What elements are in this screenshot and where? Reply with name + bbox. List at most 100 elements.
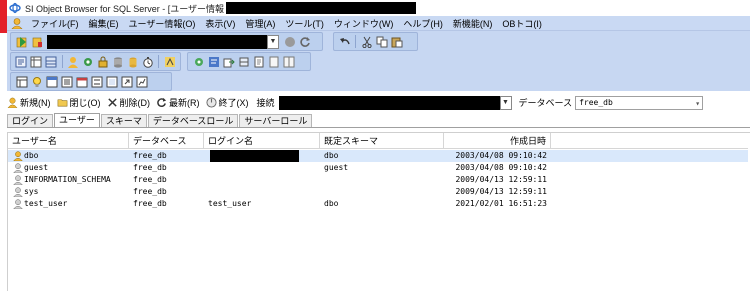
user-gray-icon xyxy=(13,199,23,209)
preview-icon[interactable] xyxy=(105,75,118,88)
column-header-database[interactable]: データベース xyxy=(129,133,204,149)
database-icon[interactable] xyxy=(111,55,124,68)
user-cell: dbo xyxy=(8,150,129,162)
folder-open-icon xyxy=(57,99,67,107)
tab-login[interactable]: ログイン xyxy=(7,114,54,127)
table-row[interactable]: sys free_db 2009/04/13 12:59:11 xyxy=(8,186,748,198)
user-cell: INFORMATION_SCHEMA xyxy=(8,174,129,186)
login-cell xyxy=(204,150,320,162)
calendar-icon[interactable] xyxy=(75,75,88,88)
cylinder-icon[interactable] xyxy=(126,55,139,68)
menu-user-info[interactable]: ユーザー情報(O) xyxy=(124,17,201,30)
column-header-created[interactable]: 作成日時 xyxy=(444,133,551,149)
gear-green-icon[interactable] xyxy=(192,55,205,68)
refresh-button[interactable]: 最新(R) xyxy=(156,96,200,109)
external-link-icon[interactable] xyxy=(120,75,133,88)
connect-icon[interactable] xyxy=(15,35,28,48)
tab-database-role[interactable]: データベースロール xyxy=(147,114,239,127)
menu-tools[interactable]: ツール(T) xyxy=(280,17,329,30)
tab-user[interactable]: ユーザー xyxy=(54,113,100,127)
exit-button[interactable]: 終了(X) xyxy=(205,96,249,109)
database-select-value: free_db xyxy=(579,97,613,107)
column-header-user[interactable]: ユーザー名 xyxy=(8,133,129,149)
cut-icon[interactable] xyxy=(360,35,373,48)
disconnect-icon[interactable] xyxy=(30,35,43,48)
tab-schema[interactable]: スキーマ xyxy=(100,114,147,127)
function-icon[interactable] xyxy=(163,55,176,68)
delete-button[interactable]: 削除(D) xyxy=(107,96,151,109)
lightbulb-icon[interactable] xyxy=(30,75,43,88)
created-cell: 2003/04/08 09:10:42 xyxy=(455,163,547,172)
new-user-icon xyxy=(7,97,18,108)
paste-icon[interactable] xyxy=(390,35,403,48)
close-button[interactable]: 閉じ(O) xyxy=(57,96,101,109)
lock-icon[interactable] xyxy=(97,55,110,68)
created-cell: 2009/04/13 12:59:11 xyxy=(455,175,547,184)
menu-file[interactable]: ファイル(F) xyxy=(26,17,84,30)
menu-help[interactable]: ヘルプ(H) xyxy=(398,17,448,30)
table-header: ユーザー名 データベース ログイン名 既定スキーマ 作成日時 xyxy=(8,133,748,149)
table-row[interactable]: dbo free_db dbo 2003/04/08 09:10:42 xyxy=(8,150,748,162)
sql-icon[interactable] xyxy=(15,55,28,68)
tools-toolbar xyxy=(187,52,311,71)
database-cell: free_db xyxy=(133,187,167,196)
user-icon[interactable] xyxy=(67,55,80,68)
table-row[interactable]: guest free_db guest 2003/04/08 09:10:42 xyxy=(8,162,748,174)
database-select[interactable]: free_db ▾ xyxy=(575,95,704,110)
toolbar-area: ▼ xyxy=(7,31,750,91)
network-icon[interactable] xyxy=(82,55,95,68)
menu-view[interactable]: 表示(V) xyxy=(200,17,240,30)
report-icon[interactable] xyxy=(252,55,265,68)
text-icon[interactable] xyxy=(267,55,280,68)
tile-icon[interactable] xyxy=(282,55,295,68)
copy-icon[interactable] xyxy=(375,35,388,48)
user-icon[interactable] xyxy=(11,17,23,29)
reload-icon[interactable] xyxy=(298,35,311,48)
window-icon[interactable] xyxy=(45,75,58,88)
menu-ob-toko[interactable]: OBトコ(I) xyxy=(497,17,547,30)
compare-icon[interactable] xyxy=(237,55,250,68)
delete-x-icon xyxy=(107,98,117,107)
menu-new-features[interactable]: 新機能(N) xyxy=(448,17,498,30)
new-button[interactable]: 新規(N) xyxy=(7,96,51,109)
delete-button-label: 削除(D) xyxy=(119,98,151,108)
column-header-schema[interactable]: 既定スキーマ xyxy=(320,133,444,149)
grid-icon[interactable] xyxy=(45,55,58,68)
timer-icon[interactable] xyxy=(141,55,154,68)
column-header-login[interactable]: ログイン名 xyxy=(204,133,320,149)
window-grid-icon[interactable] xyxy=(15,75,28,88)
chevron-down-icon[interactable]: ▼ xyxy=(267,34,279,49)
table-row[interactable]: test_user free_db test_user dbo 2021/02/… xyxy=(8,198,748,210)
user-gray-icon xyxy=(13,175,23,185)
design-icon[interactable] xyxy=(30,55,43,68)
chart-icon[interactable] xyxy=(135,75,148,88)
menu-edit[interactable]: 編集(E) xyxy=(84,17,124,30)
menu-window[interactable]: ウィンドウ(W) xyxy=(329,17,399,30)
action-bar: 新規(N) 閉じ(O) 削除(D) 最新(R) 終了(X) 接続 ▼ データベー… xyxy=(7,94,750,111)
table-row[interactable]: INFORMATION_SCHEMA free_db 2009/04/13 12… xyxy=(8,174,748,186)
database-cell: free_db xyxy=(133,151,167,160)
script-icon[interactable] xyxy=(207,55,220,68)
created-cell: 2009/04/13 12:59:11 xyxy=(455,187,547,196)
login-cell xyxy=(204,162,320,174)
refresh-button-label: 最新(R) xyxy=(169,98,200,108)
user-name: test_user xyxy=(24,199,68,208)
connection-select[interactable]: ▼ xyxy=(278,95,512,110)
app-logo-icon xyxy=(9,2,21,14)
schema-cell xyxy=(320,186,444,198)
tab-server-role[interactable]: サーバーロール xyxy=(239,114,313,127)
menu-manage[interactable]: 管理(A) xyxy=(240,17,280,30)
form-icon[interactable] xyxy=(90,75,103,88)
chevron-down-icon[interactable]: ▾ xyxy=(695,98,700,110)
object-tabs: ログイン ユーザー スキーマ データベースロール サーバーロール xyxy=(7,113,750,128)
undo-icon[interactable] xyxy=(338,35,351,48)
connection-combo[interactable]: ▼ xyxy=(47,34,279,49)
window-list-icon[interactable] xyxy=(60,75,73,88)
user-name: INFORMATION_SCHEMA xyxy=(24,175,111,184)
window-title: SI Object Browser for SQL Server - [ユーザー… xyxy=(25,3,225,14)
connection-toolbar: ▼ xyxy=(10,32,323,51)
window-edge-accent xyxy=(0,0,7,33)
chevron-down-icon[interactable]: ▼ xyxy=(499,95,512,110)
stop-icon[interactable] xyxy=(283,35,296,48)
export-icon[interactable] xyxy=(222,55,235,68)
